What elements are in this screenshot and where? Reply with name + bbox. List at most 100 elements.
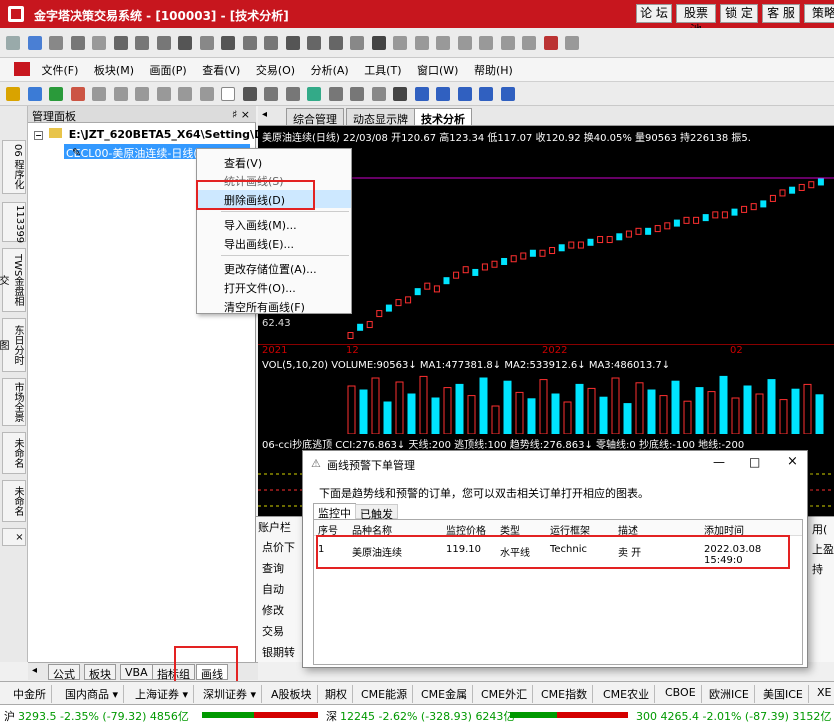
grid-icon[interactable] <box>92 36 106 50</box>
vtab-tws[interactable]: TWS金盘相交 <box>0 248 26 312</box>
tab-sector[interactable]: 板块 <box>84 664 116 681</box>
market-cme-index[interactable]: CME指数 <box>536 685 594 703</box>
market-cme-energy[interactable]: CME能源 <box>356 685 414 703</box>
layout1-icon[interactable] <box>92 87 106 101</box>
account-item-auto[interactable]: 自动 <box>262 581 284 597</box>
menu-item-export[interactable]: 导出画线(E)... <box>197 234 351 252</box>
tab-dynamic-board[interactable]: 动态显示牌 <box>346 108 415 126</box>
market-cffex[interactable]: 中金所 <box>8 685 52 703</box>
menu-trade[interactable]: 交易(O) <box>250 58 301 82</box>
color-picker-icon[interactable] <box>543 36 558 50</box>
account-item-price[interactable]: 点价下 <box>262 539 295 555</box>
lock-button[interactable]: 锁 定 <box>720 4 758 23</box>
tab-overview[interactable]: 综合管理 <box>286 108 344 126</box>
forum-button[interactable]: 论 坛 <box>636 4 672 23</box>
pen-tool-icon[interactable] <box>393 87 407 101</box>
copy-icon[interactable] <box>264 87 278 101</box>
service-button[interactable]: 客 服 <box>762 4 800 23</box>
menu-item-import[interactable]: 导入画线(M)... <box>197 215 351 233</box>
vline-icon[interactable] <box>500 87 515 101</box>
vtab-market-overview[interactable]: 市场全景 <box>2 378 26 426</box>
chart-icon[interactable] <box>6 87 20 101</box>
menu-analysis[interactable]: 分析(A) <box>305 58 355 82</box>
cursor-icon[interactable] <box>371 36 386 50</box>
market-xe[interactable]: XE <box>812 685 834 703</box>
text-tool-icon[interactable] <box>522 36 536 50</box>
tree-root[interactable]: − E:\JZT_620BETA5_X64\Setting\Draw <box>34 128 286 141</box>
market-cme-metals[interactable]: CME金属 <box>416 685 474 703</box>
ellipse-tool-icon[interactable] <box>500 36 515 50</box>
vtab-113399[interactable]: 113399 <box>2 202 26 243</box>
circle-edit-icon[interactable] <box>135 36 149 50</box>
play-icon[interactable] <box>178 36 192 50</box>
maximize-button[interactable]: □ <box>749 455 760 469</box>
parallel-icon[interactable] <box>457 87 472 101</box>
menu-item-change-storage[interactable]: 更改存储位置(A)... <box>197 259 351 277</box>
tab-technical-analysis[interactable]: 技术分析 <box>414 108 472 126</box>
market-shenzhen[interactable]: 深圳证券 ▾ <box>198 685 263 703</box>
panel-pin-close[interactable]: ♯ × <box>232 108 250 121</box>
arrow-tool-icon[interactable] <box>457 36 472 50</box>
vtab-untitled2[interactable]: 未命名 <box>2 480 26 522</box>
market-a-share[interactable]: A股板块 <box>266 685 318 703</box>
layout4-icon[interactable] <box>156 87 171 101</box>
calendar-icon[interactable] <box>199 36 214 50</box>
menu-tools[interactable]: 工具(T) <box>358 58 407 82</box>
app-menu-icon[interactable] <box>14 62 30 76</box>
percent-icon[interactable] <box>242 36 257 50</box>
strategy-button[interactable]: 策略 <box>804 4 834 23</box>
account-item-trade[interactable]: 交易 <box>262 623 284 639</box>
layout5-icon[interactable] <box>178 87 192 101</box>
vtab-untitled1[interactable]: 未命名 <box>2 432 26 474</box>
tab-vba[interactable]: VBA <box>120 664 153 680</box>
market-shanghai[interactable]: 上海证券 ▾ <box>130 685 195 703</box>
quote-icon[interactable] <box>27 87 42 101</box>
tab-scroll-left-icon[interactable]: ◂ <box>32 665 37 676</box>
home-icon[interactable] <box>6 36 20 50</box>
frame-icon[interactable] <box>264 36 278 50</box>
market-icon[interactable] <box>49 87 63 101</box>
rect-tool-icon[interactable] <box>479 36 493 50</box>
vtab-program[interactable]: 06 程序化 <box>2 140 26 194</box>
settings-icon[interactable] <box>70 36 85 50</box>
zoom-out-icon[interactable] <box>328 36 343 50</box>
layout6-icon[interactable] <box>199 87 214 101</box>
trendline-icon[interactable] <box>414 87 429 101</box>
tab-triggered[interactable]: 已触发 <box>355 504 398 521</box>
download-icon[interactable] <box>49 36 63 50</box>
channel-tool-icon[interactable] <box>436 36 450 50</box>
new-file-icon[interactable] <box>221 87 235 101</box>
menu-item-clear-all[interactable]: 清空所有画线(F) <box>197 297 351 315</box>
menu-view[interactable]: 查看(V) <box>196 58 246 82</box>
vtab-time-chart[interactable]: 东日分时图 <box>0 318 26 372</box>
alert-icon[interactable] <box>70 87 85 101</box>
market-domestic[interactable]: 国内商品 ▾ <box>60 685 125 703</box>
tab-monitoring[interactable]: 监控中 <box>313 503 356 520</box>
wave-icon[interactable] <box>371 87 386 101</box>
print-icon[interactable] <box>285 87 300 101</box>
account-item-bank[interactable]: 银期转 <box>262 644 295 660</box>
menu-item-open-file[interactable]: 打开文件(O)... <box>197 278 351 296</box>
export-icon[interactable] <box>307 87 321 101</box>
menu-file[interactable]: 文件(F) <box>36 58 85 82</box>
menu-window[interactable]: 窗口(W) <box>411 58 464 82</box>
stock-pool-button[interactable]: 股票池 <box>676 4 716 37</box>
move-icon[interactable] <box>285 36 300 50</box>
account-item-modify[interactable]: 修改 <box>262 602 284 618</box>
dollar-icon[interactable] <box>221 36 235 50</box>
search-icon[interactable] <box>328 87 343 101</box>
menu-help[interactable]: 帮助(H) <box>468 58 519 82</box>
zoom-in-icon[interactable] <box>307 36 321 50</box>
draw-pen-icon[interactable] <box>27 36 42 50</box>
tab-scroll-left-icon[interactable]: ◂ <box>262 109 267 120</box>
minimize-button[interactable]: — <box>713 455 725 469</box>
vtab-close[interactable]: × <box>2 528 26 546</box>
menu-sector[interactable]: 板块(M) <box>88 58 140 82</box>
ray-icon[interactable] <box>436 87 450 101</box>
gear-icon[interactable] <box>350 36 364 50</box>
menu-item-view[interactable]: 查看(V) <box>197 153 351 171</box>
layout2-icon[interactable] <box>113 87 128 101</box>
delete-tool-icon[interactable] <box>565 36 579 50</box>
tab-formula[interactable]: 公式 <box>48 664 80 681</box>
hline-icon[interactable] <box>479 87 493 101</box>
